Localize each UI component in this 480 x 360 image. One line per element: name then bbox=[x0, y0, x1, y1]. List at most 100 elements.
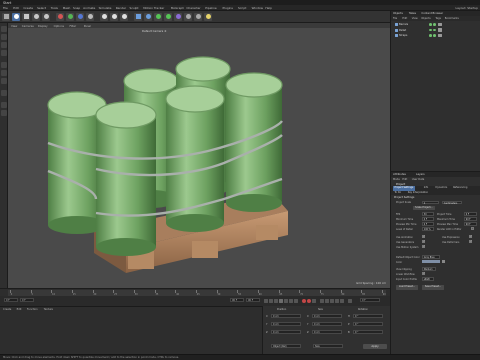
pen-icon[interactable] bbox=[144, 12, 152, 21]
attribute-field[interactable]: 90 F bbox=[464, 217, 477, 221]
size-field[interactable]: 0 cm bbox=[312, 322, 342, 326]
camera-label[interactable]: Default Camera ✣ bbox=[142, 29, 166, 33]
timeline-menu-icon[interactable] bbox=[348, 299, 352, 303]
rotation-field[interactable]: 0 ° bbox=[353, 314, 383, 318]
object-name[interactable]: Barrels bbox=[399, 23, 408, 26]
position-field[interactable]: 0 cm bbox=[271, 314, 301, 318]
viewport-menu-item[interactable]: Panel bbox=[84, 24, 91, 28]
max-frame-field[interactable]: 90 F bbox=[246, 298, 260, 302]
scene-render[interactable] bbox=[8, 23, 390, 288]
array-icon[interactable] bbox=[164, 12, 172, 21]
menu-item[interactable]: Tools bbox=[51, 6, 58, 10]
floor-icon[interactable] bbox=[184, 12, 192, 21]
texture-mode-icon[interactable] bbox=[1, 42, 7, 48]
menu-item[interactable]: Motion Tracker bbox=[143, 6, 164, 10]
menu-item[interactable]: Plugins bbox=[223, 6, 233, 10]
menu-item[interactable]: MoGraph bbox=[171, 6, 184, 10]
tab-attributes[interactable]: Attributes bbox=[393, 173, 406, 176]
menu-item[interactable]: Edit bbox=[13, 6, 19, 10]
current-frame-field[interactable]: 0 F bbox=[20, 298, 34, 302]
autokey-icon[interactable] bbox=[307, 299, 311, 303]
render-lod-checkbox[interactable] bbox=[471, 227, 474, 231]
3d-viewport[interactable]: View Cameras Display Options Filter Panel Def… bbox=[8, 23, 390, 288]
load-preset-button[interactable]: Load Preset... bbox=[396, 285, 418, 290]
menu-item[interactable]: Script bbox=[238, 6, 246, 10]
menu-item[interactable]: Snap bbox=[73, 6, 80, 10]
position-field[interactable]: 0 cm bbox=[271, 330, 301, 334]
tab-objects[interactable]: Objects bbox=[393, 12, 403, 15]
scale-icon[interactable] bbox=[32, 12, 40, 21]
undo-icon[interactable] bbox=[2, 12, 10, 21]
attribute-menu-item[interactable]: Mode bbox=[393, 178, 400, 181]
tab-layers[interactable]: Layers bbox=[416, 173, 425, 176]
viewport-menu-item[interactable]: Display bbox=[38, 24, 48, 28]
y-axis-icon[interactable] bbox=[66, 12, 74, 21]
menu-item[interactable]: Simulate bbox=[99, 6, 112, 10]
apply-button[interactable]: Apply bbox=[363, 344, 387, 349]
object-menu-item[interactable]: Edit bbox=[402, 17, 407, 20]
z-axis-icon[interactable] bbox=[76, 12, 84, 21]
attribute-field[interactable]: 0 F bbox=[464, 212, 477, 216]
menu-item[interactable]: Pipeline bbox=[205, 6, 216, 10]
object-menu-item[interactable]: View bbox=[412, 17, 418, 20]
polygons-mode-icon[interactable] bbox=[1, 78, 7, 84]
menu-item[interactable]: Create bbox=[23, 6, 33, 10]
object-row[interactable]: Straps bbox=[391, 33, 480, 38]
lock-workplane-icon[interactable] bbox=[1, 110, 7, 116]
enable-axis-icon[interactable] bbox=[1, 90, 7, 96]
material-menu-item[interactable]: Create bbox=[3, 308, 11, 311]
object-menu-item[interactable]: File bbox=[393, 17, 397, 20]
object-row[interactable]: Pallet bbox=[391, 28, 480, 33]
goto-end-icon[interactable] bbox=[294, 299, 298, 303]
menu-item[interactable]: Mesh bbox=[63, 6, 71, 10]
size-field[interactable]: 0 cm bbox=[312, 314, 342, 318]
rotate-icon[interactable] bbox=[42, 12, 50, 21]
scale-project-button[interactable]: Scale Project... bbox=[413, 205, 435, 210]
scale-key-icon[interactable] bbox=[325, 299, 329, 303]
light-icon[interactable] bbox=[204, 12, 212, 21]
edges-mode-icon[interactable] bbox=[1, 70, 7, 76]
menu-item[interactable]: Window bbox=[252, 6, 263, 10]
rotation-field[interactable]: 0 ° bbox=[353, 322, 383, 326]
menu-item[interactable]: Character bbox=[186, 6, 200, 10]
start-frame-field[interactable]: 0 F bbox=[4, 298, 18, 302]
prev-key-icon[interactable] bbox=[269, 299, 273, 303]
project-scale-field[interactable]: 1 bbox=[422, 200, 439, 204]
attribute-field[interactable]: 0 F bbox=[422, 222, 434, 226]
record-icon[interactable] bbox=[302, 299, 306, 303]
object-name[interactable]: Pallet bbox=[399, 29, 406, 32]
snapping-icon[interactable] bbox=[1, 102, 7, 108]
points-mode-icon[interactable] bbox=[1, 62, 7, 68]
camera-icon[interactable] bbox=[194, 12, 202, 21]
viewport-menu-item[interactable]: Cameras bbox=[22, 24, 34, 28]
checkbox[interactable]: ✓ bbox=[422, 245, 425, 249]
render-picture-viewer-icon[interactable] bbox=[110, 12, 118, 21]
end-frame-field[interactable]: 90 F bbox=[230, 298, 244, 302]
editor-visibility-icon[interactable] bbox=[429, 28, 432, 32]
view-clipping-select[interactable]: Medium bbox=[422, 267, 436, 271]
checkbox[interactable]: ✓ bbox=[422, 235, 425, 239]
prev-frame-icon[interactable] bbox=[274, 299, 278, 303]
menu-item[interactable]: File bbox=[3, 6, 8, 10]
eyedropper-icon[interactable] bbox=[442, 260, 445, 264]
checkbox[interactable]: ✓ bbox=[469, 235, 472, 239]
menu-item[interactable]: Animate bbox=[83, 6, 95, 10]
menu-item[interactable]: Help bbox=[265, 6, 272, 10]
workplane-icon[interactable] bbox=[1, 50, 7, 56]
object-menu-item[interactable]: Bookmarks bbox=[445, 17, 459, 20]
move-icon[interactable] bbox=[22, 12, 30, 21]
save-preset-button[interactable]: Save Preset... bbox=[422, 285, 444, 290]
tag-icon[interactable] bbox=[438, 33, 442, 38]
end-marker-field[interactable]: 0 F bbox=[360, 298, 380, 302]
live-selection-icon[interactable] bbox=[12, 12, 20, 21]
play-icon[interactable] bbox=[279, 299, 283, 303]
object-name[interactable]: Straps bbox=[399, 34, 407, 37]
object-menu-item[interactable]: Tags bbox=[435, 17, 441, 20]
layout-selector[interactable]: Layout: Startup bbox=[456, 6, 478, 10]
viewport-menu-item[interactable]: View bbox=[11, 24, 17, 28]
keyframe-selection-icon[interactable] bbox=[312, 299, 316, 303]
x-axis-icon[interactable] bbox=[56, 12, 64, 21]
material-menu-item[interactable]: Edit bbox=[17, 308, 22, 311]
coordinate-mode-select[interactable]: Object (Rel) bbox=[271, 344, 301, 348]
input-color-profile-select[interactable]: sRGB bbox=[422, 277, 434, 281]
